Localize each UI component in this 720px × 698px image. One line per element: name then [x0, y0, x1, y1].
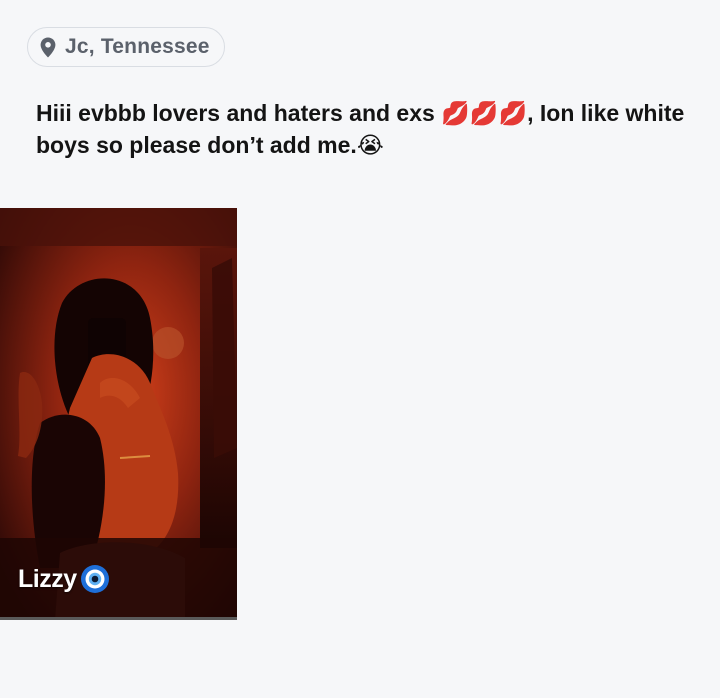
location-text: Jc, Tennessee	[65, 35, 210, 58]
photo-caption: Lizzy	[18, 564, 110, 594]
photo-bottom-border	[0, 617, 237, 620]
profile-photo-card[interactable]: Lizzy	[0, 208, 237, 620]
bio-text-part1: Hiii evbbb lovers and haters and exs	[36, 100, 442, 126]
lips-emoji: 💋💋💋	[441, 101, 528, 127]
nazar-eye-icon	[80, 564, 110, 594]
map-pin-icon	[40, 37, 56, 58]
profile-photo	[0, 208, 237, 620]
crying-emoji: 😭	[356, 133, 384, 159]
location-badge[interactable]: Jc, Tennessee	[27, 27, 225, 67]
profile-bio: Hiii evbbb lovers and haters and exs 💋💋💋…	[36, 98, 686, 162]
caption-name: Lizzy	[18, 564, 77, 593]
